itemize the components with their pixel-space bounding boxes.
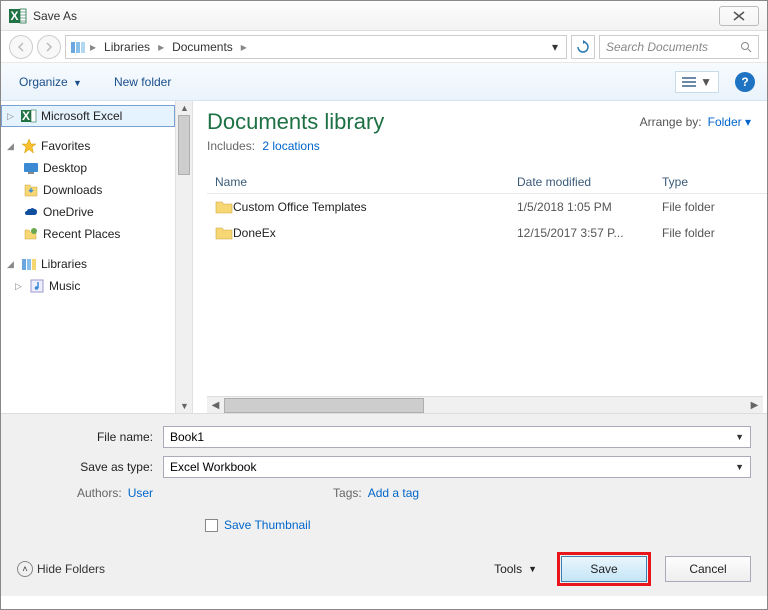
filename-label: File name: — [17, 430, 163, 444]
close-button[interactable] — [719, 6, 759, 26]
horizontal-scrollbar[interactable]: ◀ ▶ — [207, 396, 763, 413]
cancel-button[interactable]: Cancel — [665, 556, 751, 582]
sidebar-item-music[interactable]: ▷ Music — [1, 275, 175, 297]
expand-icon: ▷ — [15, 281, 25, 292]
filename-input[interactable]: Book1 ▼ — [163, 426, 751, 448]
scroll-thumb[interactable] — [224, 398, 424, 413]
save-button[interactable]: Save — [561, 556, 647, 582]
main-area: ▷ X Microsoft Excel ◢ Favorites Desktop … — [1, 101, 767, 413]
sidebar-item-desktop[interactable]: Desktop — [1, 157, 175, 179]
tags-field[interactable]: Tags: Add a tag — [333, 486, 419, 500]
col-type[interactable]: Type — [662, 175, 767, 189]
breadcrumb-item[interactable]: Documents — [168, 40, 237, 54]
file-row[interactable]: Custom Office Templates 1/5/2018 1:05 PM… — [207, 194, 767, 220]
library-title: Documents library — [207, 109, 384, 135]
desktop-icon — [23, 160, 39, 176]
content-area: Documents library Includes: 2 locations … — [193, 101, 767, 413]
onedrive-icon — [23, 204, 39, 220]
sidebar-libraries[interactable]: ◢ Libraries — [1, 253, 175, 275]
collapse-icon: ◢ — [7, 141, 17, 152]
sidebar-item-excel[interactable]: ▷ X Microsoft Excel — [1, 105, 175, 127]
svg-text:X: X — [10, 9, 18, 23]
star-icon — [21, 138, 37, 154]
folder-icon — [207, 199, 233, 215]
locations-link[interactable]: 2 locations — [262, 139, 319, 153]
authors-field[interactable]: Authors: User — [77, 486, 153, 500]
list-icon — [682, 76, 696, 88]
scroll-down-icon[interactable]: ▼ — [176, 399, 193, 413]
downloads-icon — [23, 182, 39, 198]
scroll-thumb[interactable] — [178, 115, 190, 175]
thumbnail-label[interactable]: Save Thumbnail — [224, 518, 311, 532]
tools-button[interactable]: Tools▼ — [494, 562, 537, 576]
sidebar-favorites[interactable]: ◢ Favorites — [1, 135, 175, 157]
chevron-up-icon: ˄ — [17, 561, 33, 577]
breadcrumb-dropdown[interactable]: ▾ — [548, 40, 562, 54]
recent-icon — [23, 226, 39, 242]
forward-button[interactable] — [37, 35, 61, 59]
chevron-right-icon: ▸ — [88, 40, 98, 54]
new-folder-button[interactable]: New folder — [108, 71, 177, 93]
scroll-right-icon[interactable]: ▶ — [746, 400, 763, 411]
expand-icon: ▷ — [7, 111, 17, 122]
svg-text:X: X — [22, 109, 30, 123]
library-subtitle: Includes: 2 locations — [207, 139, 384, 153]
savetype-label: Save as type: — [17, 460, 163, 474]
column-headers: Name Date modified Type — [207, 171, 767, 194]
view-button[interactable]: ▼ — [675, 71, 719, 93]
refresh-button[interactable] — [571, 35, 595, 59]
savetype-select[interactable]: Excel Workbook ▼ — [163, 456, 751, 478]
search-input[interactable]: Search Documents — [599, 35, 759, 59]
sidebar: ▷ X Microsoft Excel ◢ Favorites Desktop … — [1, 101, 176, 413]
chevron-right-icon: ▸ — [156, 40, 166, 54]
thumbnail-checkbox[interactable] — [205, 519, 218, 532]
breadcrumb-item[interactable]: Libraries — [100, 40, 154, 54]
arrange-by: Arrange by: Folder ▾ — [640, 115, 751, 129]
file-row[interactable]: DoneEx 12/15/2017 3:57 P... File folder — [207, 220, 767, 246]
libraries-icon — [70, 39, 86, 55]
excel-icon: X — [21, 108, 37, 124]
sidebar-item-downloads[interactable]: Downloads — [1, 179, 175, 201]
organize-button[interactable]: Organize ▼ — [13, 71, 88, 93]
libraries-icon — [21, 256, 37, 272]
back-button[interactable] — [9, 35, 33, 59]
music-icon — [29, 278, 45, 294]
sidebar-item-onedrive[interactable]: OneDrive — [1, 201, 175, 223]
arrange-value[interactable]: Folder ▾ — [708, 115, 751, 129]
bottom-panel: File name: Book1 ▼ Save as type: Excel W… — [1, 413, 767, 596]
toolbar: Organize ▼ New folder ▼ ? — [1, 63, 767, 101]
col-name[interactable]: Name — [207, 175, 517, 189]
sidebar-item-recent[interactable]: Recent Places — [1, 223, 175, 245]
title-bar: X Save As — [1, 1, 767, 31]
chevron-down-icon[interactable]: ▼ — [735, 432, 744, 442]
nav-row: ▸ Libraries ▸ Documents ▸ ▾ Search Docum… — [1, 31, 767, 63]
save-button-highlight: Save — [557, 552, 651, 586]
window-title: Save As — [33, 9, 719, 23]
folder-icon — [207, 225, 233, 241]
search-placeholder: Search Documents — [606, 40, 740, 54]
search-icon — [740, 41, 752, 53]
col-date[interactable]: Date modified — [517, 175, 662, 189]
help-button[interactable]: ? — [735, 72, 755, 92]
scroll-left-icon[interactable]: ◀ — [207, 400, 224, 411]
collapse-icon: ◢ — [7, 259, 17, 270]
breadcrumb[interactable]: ▸ Libraries ▸ Documents ▸ ▾ — [65, 35, 567, 59]
chevron-down-icon[interactable]: ▼ — [735, 462, 744, 472]
chevron-right-icon: ▸ — [239, 40, 249, 54]
excel-icon: X — [9, 7, 27, 25]
hide-folders-button[interactable]: ˄ Hide Folders — [17, 561, 105, 577]
scroll-up-icon[interactable]: ▲ — [176, 101, 193, 115]
sidebar-scrollbar[interactable]: ▲ ▼ — [176, 101, 193, 413]
